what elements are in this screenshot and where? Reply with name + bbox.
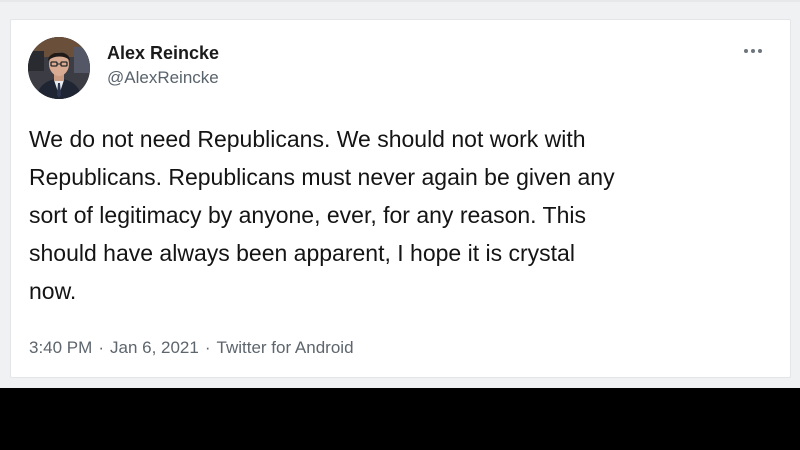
top-divider <box>0 0 800 2</box>
tweet-time[interactable]: 3:40 PM <box>29 338 92 357</box>
screen: Alex Reincke @AlexReincke We do not need… <box>0 0 800 388</box>
profile-avatar-photo <box>28 37 90 99</box>
tweet-text-line: Republicans. Republicans must never agai… <box>29 164 615 190</box>
tweet-text-line: should have always been apparent, I hope… <box>29 240 575 266</box>
meta-separator: · <box>98 338 104 357</box>
more-options-dot-3 <box>758 49 762 53</box>
screenshot-viewport: Alex Reincke @AlexReincke We do not need… <box>0 0 800 450</box>
tweet-date[interactable]: Jan 6, 2021 <box>110 338 199 357</box>
tweet-text-line: now. <box>29 278 77 304</box>
author-display-name[interactable]: Alex Reincke <box>107 43 219 63</box>
meta-separator: · <box>204 338 211 357</box>
tweet-source[interactable]: Twitter for Android <box>217 338 354 357</box>
author-handle[interactable]: @AlexReincke <box>107 68 219 88</box>
more-options-dot-2 <box>751 49 755 53</box>
tweet-text-line: We do not need Republicans. We should no… <box>29 126 586 152</box>
more-options-dot-1 <box>744 49 748 53</box>
tweet-metadata: 3:40 PM · Jan 6, 2021 · Twitter for Android <box>29 338 354 358</box>
avatar[interactable] <box>28 37 90 99</box>
tweet-text-line: sort of legitimacy by anyone, ever, for … <box>29 202 586 228</box>
tweet-body: We do not need Republicans. We should no… <box>29 120 771 310</box>
more-options-icon[interactable] <box>738 41 768 61</box>
